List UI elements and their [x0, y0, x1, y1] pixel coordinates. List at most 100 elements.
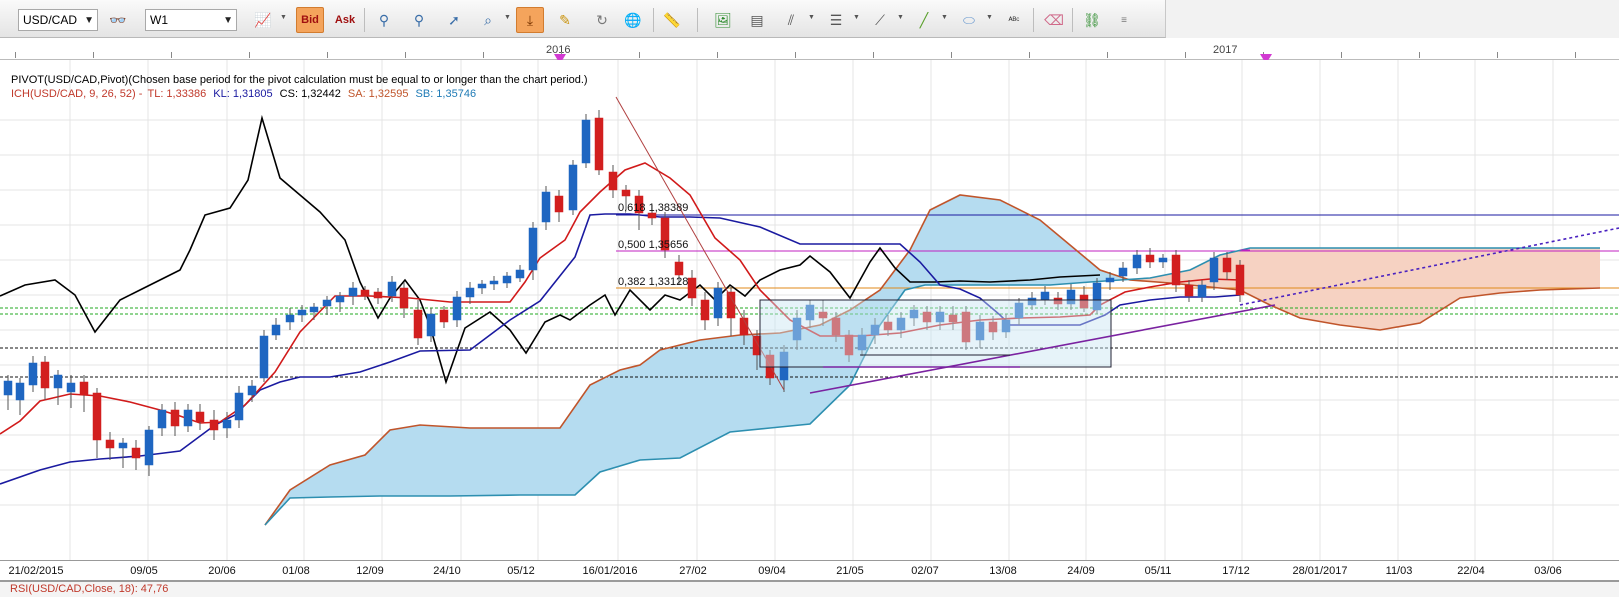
draw-line-icon[interactable]: ╱ [910, 7, 938, 33]
candle-bullish [118, 442, 128, 449]
candle-bearish [608, 171, 618, 191]
symbol-select[interactable]: USD/CAD ▼ [18, 9, 98, 31]
toolbar-empty-area [1166, 0, 1619, 38]
candle-bullish [1132, 254, 1142, 269]
ruler-icon[interactable]: 📏 [658, 7, 686, 33]
candle-bearish [373, 291, 383, 299]
candle-bearish [726, 291, 736, 319]
candle-bullish [297, 309, 307, 316]
candle-bearish [687, 277, 697, 299]
chevron-down-icon[interactable]: ▼ [504, 14, 511, 21]
ichimoku-cs: CS: 1,32442 [279, 88, 341, 100]
chart-properties-icon[interactable]: ✎ [551, 7, 579, 33]
candle-bullish [222, 419, 232, 429]
candle-bullish [713, 287, 723, 319]
ellipse-icon[interactable]: ⬭ [955, 7, 983, 33]
fibonacci-level-label: 0,382 1,33128 [618, 276, 688, 288]
candle-bullish [157, 409, 167, 429]
chevron-down-icon[interactable]: ▼ [897, 14, 904, 21]
toolbar-menu-icon[interactable]: ≡ [1110, 7, 1138, 33]
candle-bullish [271, 324, 281, 336]
date-label: 21/05 [836, 565, 864, 577]
bid-button[interactable]: Bid [296, 7, 324, 33]
candle-bearish [1222, 257, 1232, 273]
candle-bearish [105, 439, 115, 449]
template-icon[interactable]: ▤ [743, 7, 771, 33]
chevron-down-icon: ▼ [223, 15, 233, 26]
date-label: 12/09 [356, 565, 384, 577]
date-label: 02/07 [911, 565, 939, 577]
candle-bullish [144, 429, 154, 466]
indicator-glasses-icon[interactable]: 👓 [104, 7, 132, 33]
candle-bearish [594, 117, 604, 171]
candle-bullish [1197, 284, 1207, 298]
date-label: 27/02 [679, 565, 707, 577]
trendline-tools-icon[interactable]: ⫽ [777, 7, 805, 33]
date-label: 13/08 [989, 565, 1017, 577]
screenshot-icon[interactable]: 🖼 [709, 7, 737, 33]
time-scroll-bar[interactable]: 2016 2017 [0, 38, 1619, 60]
candle-bearish [554, 195, 564, 213]
date-label: 01/08 [282, 565, 310, 577]
zoom-in-icon[interactable]: ⚲ [370, 7, 398, 33]
candle-bullish [477, 283, 487, 289]
ichimoku-tl: TL: 1,33386 [147, 88, 207, 100]
candle-bearish [360, 289, 370, 297]
candle-bullish [541, 191, 551, 223]
chevron-down-icon[interactable]: ▼ [986, 14, 993, 21]
candle-bearish [40, 361, 50, 389]
chevron-down-icon: ▼ [84, 15, 94, 26]
candle-bullish [1209, 257, 1219, 283]
globe-icon[interactable]: 🌐 [619, 7, 647, 33]
fan-tools-icon[interactable]: ⟋ [866, 7, 894, 33]
chevron-down-icon[interactable]: ▼ [808, 14, 815, 21]
candle-bullish [426, 313, 436, 337]
candle-bearish [413, 309, 423, 339]
chevron-down-icon[interactable]: ▼ [853, 14, 860, 21]
candle-bearish [674, 261, 684, 276]
ask-button[interactable]: Ask [331, 7, 359, 33]
auto-scroll-icon[interactable]: ⤓ [516, 7, 544, 33]
date-label: 11/03 [1385, 565, 1413, 577]
hierarchy-icon[interactable]: ⛓ [1078, 7, 1106, 33]
zoom-area-icon[interactable]: ⌕ [474, 7, 502, 33]
date-label: 24/09 [1067, 565, 1095, 577]
chevron-down-icon[interactable]: ▼ [941, 14, 948, 21]
refresh-icon[interactable]: ↻ [588, 7, 616, 33]
candle-bullish [568, 164, 578, 211]
date-label: 05/11 [1144, 565, 1172, 577]
chart-type-icon[interactable]: 📈 [249, 7, 277, 33]
cursor-icon[interactable]: ➚ [440, 7, 468, 33]
date-label: 17/12 [1222, 565, 1250, 577]
candle-bullish [1118, 267, 1128, 277]
candle-bullish [502, 275, 512, 284]
date-label: 03/06 [1534, 565, 1562, 577]
zoom-out-icon[interactable]: ⚲ [405, 7, 433, 33]
eraser-icon[interactable]: ⌫ [1040, 7, 1068, 33]
candle-bullish [348, 287, 358, 297]
chevron-down-icon[interactable]: ▼ [280, 14, 287, 21]
candle-bullish [66, 382, 76, 393]
candle-bullish [1040, 291, 1050, 301]
candle-bullish [28, 362, 38, 386]
timeframe-select[interactable]: W1 ▼ [145, 9, 237, 31]
candle-bearish [1184, 284, 1194, 297]
price-chart[interactable]: 0,618 1,38389 0,500 1,35656 0,382 1,33128 [0, 60, 1619, 560]
toolbar-separator [653, 8, 654, 32]
candle-bearish [1235, 264, 1245, 296]
candle-bullish [247, 385, 257, 396]
candle-bearish [195, 411, 205, 423]
ichimoku-sb: SB: 1,35746 [415, 88, 477, 100]
ichimoku-name: ICH(USD/CAD, 9, 26, 52) - [11, 88, 143, 100]
candle-bullish [528, 227, 538, 271]
date-label: 24/10 [433, 565, 461, 577]
candle-bullish [3, 380, 13, 396]
text-tool-icon[interactable]: ᴬᴮᶜ [1000, 7, 1028, 33]
toolbar-separator [697, 8, 698, 32]
rsi-panel-header: RSI(USD/CAD,Close, 18): 47,76 [0, 580, 1619, 597]
candle-bearish [79, 381, 89, 396]
horizontal-lines-icon[interactable]: ☰ [822, 7, 850, 33]
toolbar-separator [1033, 8, 1034, 32]
candle-bearish [700, 299, 710, 321]
candle-bearish [131, 447, 141, 459]
